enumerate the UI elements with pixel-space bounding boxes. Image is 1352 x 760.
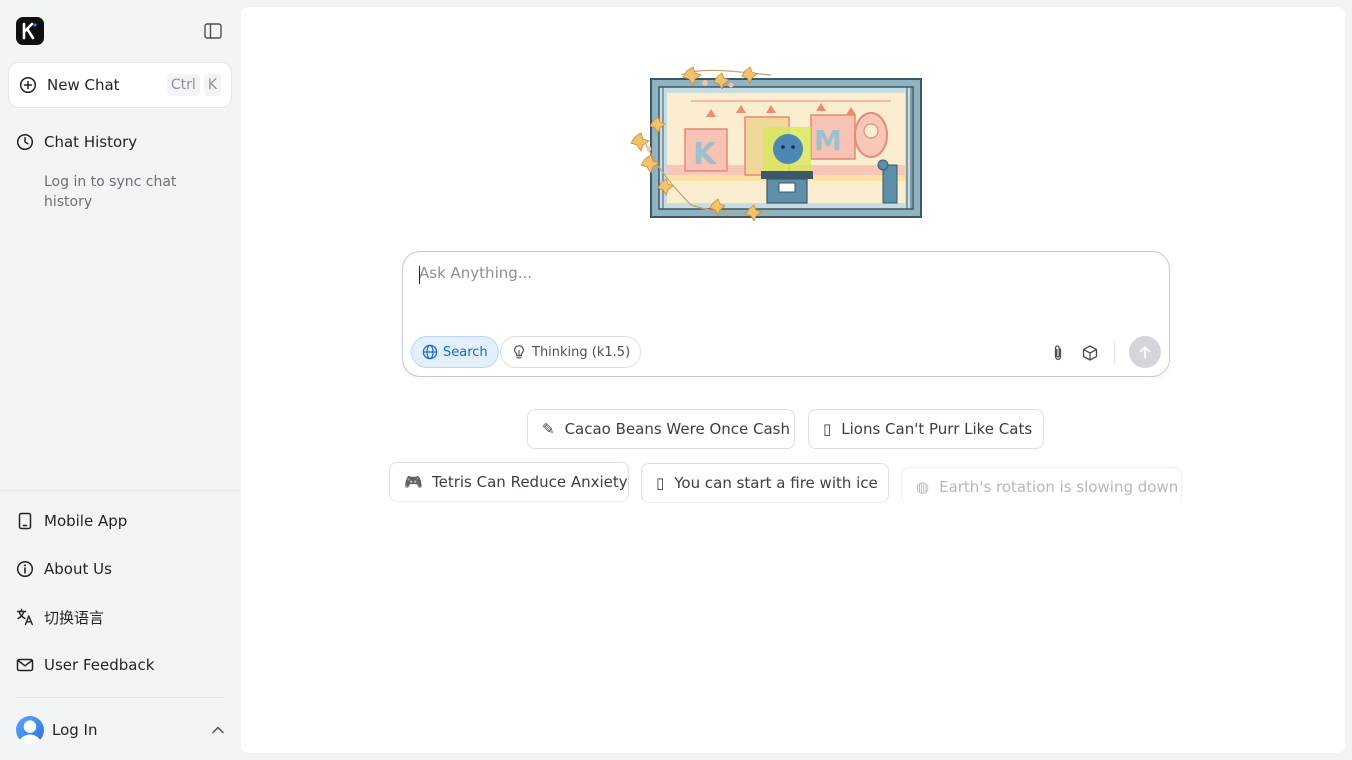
suggestion-cacao-beans[interactable]: ✎ Cacao Beans Were Once Cash — [527, 409, 795, 449]
chat-history-item[interactable]: Chat History — [16, 130, 226, 154]
chevron-up-icon[interactable] — [210, 722, 226, 738]
search-chip-label: Search — [443, 344, 488, 360]
suggestion-label: You can start a fire with ice — [674, 474, 878, 492]
sidebar-item-label: Mobile App — [44, 512, 128, 530]
arrow-up-icon — [1139, 346, 1151, 359]
plus-circle-icon — [19, 76, 37, 94]
sidebar-divider — [0, 490, 240, 491]
cube-icon — [1082, 345, 1098, 361]
toolbox-button[interactable] — [1079, 342, 1101, 364]
suggestion-label: Cacao Beans Were Once Cash — [564, 420, 790, 438]
thinking-toggle-chip[interactable]: Thinking (k1.5) — [500, 336, 642, 368]
paperclip-icon — [1054, 345, 1062, 361]
chat-input[interactable] — [419, 264, 1119, 304]
sidebar-item-label: About Us — [44, 560, 112, 578]
gamepad-icon: 🎮 — [404, 473, 423, 491]
info-icon — [16, 560, 34, 578]
chat-history-label: Chat History — [44, 133, 138, 151]
lion-icon: ▯ — [823, 420, 832, 438]
svg-text:K: K — [693, 137, 718, 172]
sidebar-item-switch-language[interactable]: 切换语言 — [16, 605, 226, 629]
main-panel: K M Ask Anything... Search Thinking (k1.… — [241, 7, 1345, 753]
lightbulb-icon — [513, 345, 525, 359]
suggestions-fade-mask — [371, 495, 1231, 515]
sidebar-item-about-us[interactable]: About Us — [16, 557, 226, 581]
account-divider — [16, 697, 224, 698]
cacao-icon: ✎ — [542, 420, 555, 438]
avatar — [16, 716, 44, 744]
suggestion-label: Lions Can't Purr Like Cats — [841, 420, 1033, 438]
collapse-sidebar-button[interactable] — [203, 21, 223, 41]
svg-text:M: M — [814, 124, 842, 157]
chat-input-box: Search Thinking (k1.5) — [402, 251, 1170, 377]
login-label: Log In — [52, 721, 98, 739]
sidebar-item-label: User Feedback — [44, 656, 155, 674]
attach-button[interactable] — [1047, 342, 1069, 364]
sidebar: New Chat Ctrl K Chat History Log in to s… — [0, 0, 240, 760]
phone-icon — [18, 512, 32, 530]
send-button[interactable] — [1129, 336, 1161, 368]
language-icon — [16, 608, 33, 626]
suggestion-label: Tetris Can Reduce Anxiety — [432, 473, 628, 491]
suggestion-label: Earth's rotation is slowing down — [939, 478, 1179, 496]
new-chat-label: New Chat — [47, 76, 120, 94]
globe-icon: ◍ — [916, 478, 930, 496]
shortcut-key-ctrl: Ctrl — [166, 74, 200, 96]
login-button[interactable]: Log In — [16, 715, 226, 745]
sidebar-item-mobile-app[interactable]: Mobile App — [16, 509, 226, 533]
kimi-logo-icon — [22, 22, 37, 40]
suggestion-lions-purr[interactable]: ▯ Lions Can't Purr Like Cats — [808, 409, 1044, 449]
mail-icon — [16, 658, 34, 672]
app-root: New Chat Ctrl K Chat History Log in to s… — [0, 0, 1352, 760]
clock-icon — [16, 133, 34, 151]
new-chat-button[interactable]: New Chat Ctrl K — [8, 62, 232, 108]
toolbar-separator — [1114, 341, 1115, 365]
sync-history-note: Log in to sync chat history — [44, 174, 177, 210]
search-toggle-chip[interactable]: Search — [411, 336, 499, 368]
sidebar-toggle-icon — [204, 23, 222, 39]
shortcut-key-k: K — [203, 74, 221, 96]
text-caret — [419, 266, 420, 284]
ice-icon: ▯ — [656, 474, 665, 492]
app-logo[interactable] — [16, 17, 44, 45]
new-chat-shortcut: Ctrl K — [166, 74, 221, 96]
thinking-chip-label: Thinking (k1.5) — [532, 344, 631, 360]
doodle-illustration: K M — [630, 66, 922, 221]
sidebar-item-label: 切换语言 — [44, 608, 105, 627]
globe-icon — [422, 344, 438, 360]
sidebar-item-user-feedback[interactable]: User Feedback — [16, 653, 226, 677]
